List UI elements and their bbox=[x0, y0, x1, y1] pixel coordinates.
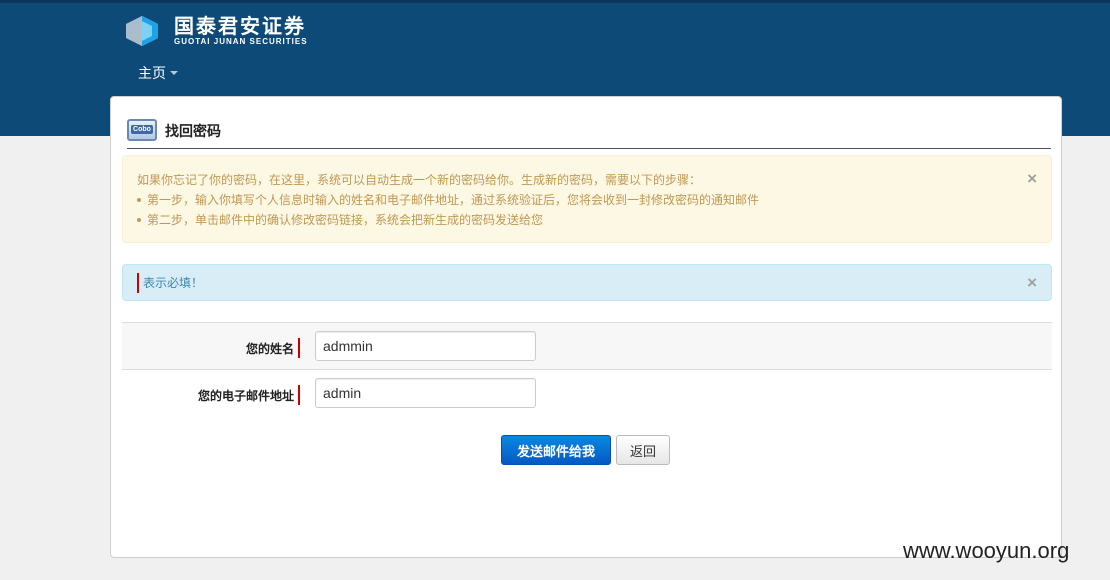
recover-password-panel: Cobo 找回密码 × 如果你忘记了你的密码，在这里，系统可以自动生成一个新的密… bbox=[110, 96, 1062, 558]
instructions-intro: 如果你忘记了你的密码，在这里，系统可以自动生成一个新的密码给你。生成新的密码，需… bbox=[137, 173, 702, 187]
instructions-step: 第一步，输入你填写个人信息时输入的姓名和电子邮件地址，通过系统验证后，您将会收到… bbox=[137, 190, 1037, 210]
nav-home-dropdown[interactable]: 主页 bbox=[138, 63, 178, 83]
instructions-steps: 第一步，输入你填写个人信息时输入的姓名和电子邮件地址，通过系统验证后，您将会收到… bbox=[137, 190, 1037, 230]
email-input[interactable] bbox=[315, 378, 536, 408]
required-marker bbox=[298, 338, 300, 358]
send-email-button[interactable]: 发送邮件给我 bbox=[501, 435, 611, 465]
chevron-down-icon bbox=[170, 71, 178, 75]
brand-name-en: GUOTAI JUNAN SECURITIES bbox=[174, 37, 308, 46]
required-marker bbox=[137, 272, 139, 293]
name-label: 您的姓名 bbox=[246, 338, 300, 358]
email-label-text: 您的电子邮件地址 bbox=[197, 388, 294, 403]
close-icon[interactable]: × bbox=[1027, 274, 1037, 292]
required-notice-alert: 表示必填！ × bbox=[122, 264, 1052, 301]
brand-name-cn: 国泰君安证券 bbox=[174, 14, 306, 38]
brand-text: 国泰君安证券 GUOTAI JUNAN SECURITIES bbox=[174, 15, 308, 47]
page-title: 找回密码 bbox=[165, 123, 221, 140]
panel-header: Cobo 找回密码 bbox=[127, 115, 1051, 149]
watermark: www.wooyun.org bbox=[903, 538, 1070, 563]
brand-logo-icon bbox=[122, 15, 162, 47]
name-input[interactable] bbox=[315, 331, 536, 361]
instructions-step: 第二步，单击邮件中的确认修改密码链接，系统会把新生成的密码发送给您 bbox=[137, 210, 1037, 230]
brand-logo[interactable]: 国泰君安证券 GUOTAI JUNAN SECURITIES bbox=[122, 15, 308, 47]
nav-home-label: 主页 bbox=[138, 66, 166, 82]
email-form-row: 您的电子邮件地址 bbox=[122, 369, 1052, 416]
name-label-text: 您的姓名 bbox=[245, 341, 294, 356]
close-icon[interactable]: × bbox=[1027, 170, 1037, 188]
back-button[interactable]: 返回 bbox=[616, 435, 670, 465]
required-notice-text: 表示必填！ bbox=[143, 276, 204, 290]
form-icon: Cobo bbox=[127, 118, 157, 141]
required-marker bbox=[298, 385, 300, 405]
instructions-alert: × 如果你忘记了你的密码，在这里，系统可以自动生成一个新的密码给你。生成新的密码… bbox=[122, 155, 1052, 243]
email-label: 您的电子邮件地址 bbox=[198, 385, 300, 405]
name-form-row: 您的姓名 bbox=[122, 322, 1052, 369]
